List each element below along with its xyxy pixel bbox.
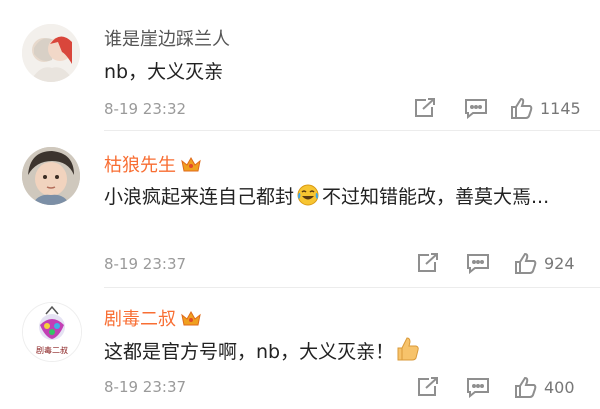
username-label: 剧毒二叔 [104, 309, 176, 330]
like-count: 400 [544, 377, 575, 397]
comment-item: 谁是崖边踩兰人 nb，大义灭亲 8-19 23:32 1145 [0, 0, 600, 130]
thumbs-up-icon [515, 252, 537, 274]
username[interactable]: 枯狼先生 [104, 151, 202, 178]
vip-crown-icon [180, 155, 202, 178]
share-icon[interactable] [416, 376, 442, 398]
comment-item: 枯狼先生 小浪疯起来连自己都封 不过知错能改，善莫大焉... 8-19 23:37… [0, 131, 600, 286]
comment-text-part: 这都是官方号啊，nb，大义灭亲！ [104, 341, 395, 363]
avatar[interactable]: 剧毒二叔 [22, 302, 82, 362]
username[interactable]: 谁是崖边踩兰人 [104, 25, 230, 51]
avatar[interactable] [22, 147, 80, 205]
timestamp: 8-19 23:37 [104, 255, 187, 273]
like-count: 924 [544, 253, 575, 273]
comment-text: 这都是官方号啊，nb，大义灭亲！ [104, 336, 574, 371]
comment-item: 剧毒二叔 剧毒二叔 这都是官方号啊，nb，大义灭亲！ 8-19 23:37 40… [0, 288, 600, 409]
comment-icon[interactable] [465, 376, 491, 399]
username[interactable]: 剧毒二叔 [104, 305, 202, 332]
vip-crown-icon [180, 309, 202, 332]
share-icon[interactable] [413, 97, 439, 119]
timestamp: 8-19 23:37 [104, 378, 187, 396]
thumbs-up-emoji-icon [396, 336, 420, 371]
comment-text: 小浪疯起来连自己都封 不过知错能改，善莫大焉... [104, 183, 584, 216]
comment-icon[interactable] [463, 97, 489, 120]
comment-text-part: 小浪疯起来连自己都封 [104, 186, 295, 208]
laugh-cry-emoji-icon [296, 183, 320, 216]
comment-icon[interactable] [465, 252, 491, 275]
like-button[interactable]: 1145 [510, 96, 581, 120]
avatar[interactable] [22, 24, 80, 82]
svg-text:剧毒二叔: 剧毒二叔 [36, 345, 68, 355]
like-count: 1145 [540, 98, 581, 118]
like-button[interactable]: 400 [514, 375, 575, 399]
thumbs-up-icon [515, 376, 537, 398]
comment-text: nb，大义灭亲 [104, 61, 224, 83]
timestamp: 8-19 23:32 [104, 100, 187, 118]
share-icon[interactable] [416, 252, 442, 274]
comment-text-part: 不过知错能改，善莫大焉... [322, 186, 550, 208]
like-button[interactable]: 924 [514, 251, 575, 275]
thumbs-up-icon [511, 97, 533, 119]
username-label: 枯狼先生 [104, 155, 176, 176]
